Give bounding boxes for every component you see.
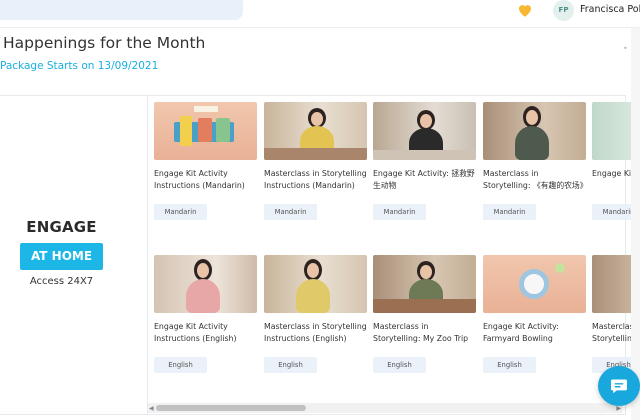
language-tag: Mandarin bbox=[373, 204, 426, 220]
video-thumbnail[interactable] bbox=[483, 255, 586, 313]
package-start-date: Package Starts on 13/09/2021 bbox=[0, 60, 159, 72]
page-root: { "header": { "user_initials": "FP", "us… bbox=[0, 0, 640, 420]
avatar[interactable]: FP bbox=[553, 0, 574, 21]
video-title: Engage Kit Activity: 拯救野生动物 bbox=[373, 169, 475, 190]
search-input[interactable] bbox=[0, 0, 243, 20]
access-text: Access 24X7 bbox=[29, 276, 94, 287]
engage-heading: ENGAGE bbox=[26, 218, 97, 236]
page-title: Happenings for the Month bbox=[3, 34, 206, 52]
chat-button[interactable] bbox=[598, 366, 640, 406]
language-tag: Mandarin bbox=[264, 204, 317, 220]
video-card[interactable]: Masterclass in Storytelling Instructions… bbox=[264, 255, 368, 373]
scroll-left-icon[interactable]: ◀ bbox=[149, 405, 154, 412]
video-card[interactable]: Engage Kit Activity Instructions (Mandar… bbox=[154, 102, 258, 220]
language-tag: English bbox=[373, 357, 426, 373]
scroll-right-icon[interactable]: ▶ bbox=[616, 405, 621, 412]
video-thumbnail[interactable] bbox=[264, 255, 367, 313]
top-bar: FP Francisca Poh bbox=[0, 0, 640, 26]
heart-icon[interactable] bbox=[516, 1, 534, 19]
video-thumbnail[interactable] bbox=[154, 102, 257, 160]
language-tag: English bbox=[154, 357, 207, 373]
at-home-badge: AT HOME bbox=[20, 243, 103, 270]
vertical-scrollbar[interactable] bbox=[631, 28, 640, 420]
video-card[interactable]: Engage Kit Activity Instructions (Englis… bbox=[154, 255, 258, 373]
video-thumbnail[interactable] bbox=[373, 255, 476, 313]
video-title: Masterclass in Storytelling: My Zoo Trip bbox=[373, 322, 469, 343]
video-title: Masterclass in Storytelling: 《有趣的农场》 bbox=[483, 169, 587, 190]
language-tag: English bbox=[483, 357, 536, 373]
video-card[interactable]: Engage Kit Activity: 拯救野生动物 Mandarin bbox=[373, 102, 477, 220]
video-thumbnail[interactable] bbox=[483, 102, 586, 160]
scrollbar-thumb[interactable] bbox=[156, 405, 306, 411]
video-thumbnail[interactable] bbox=[373, 102, 476, 160]
dot-icon: • bbox=[623, 44, 628, 53]
header-divider bbox=[0, 27, 640, 28]
video-title: Engage Kit Activity Instructions (Mandar… bbox=[154, 169, 245, 190]
video-thumbnail[interactable] bbox=[264, 102, 367, 160]
video-card[interactable]: Masterclass in Storytelling: 《有趣的农场》 Man… bbox=[483, 102, 587, 220]
horizontal-scrollbar[interactable]: ◀ ▶ bbox=[148, 403, 622, 413]
chat-icon bbox=[611, 379, 627, 394]
video-title: Engage Kit Activity: Farmyard Bowling bbox=[483, 322, 559, 343]
video-title: Masterclass in Storytelling Instructions… bbox=[264, 169, 367, 190]
panel-divider bbox=[147, 95, 148, 415]
video-thumbnail[interactable] bbox=[154, 255, 257, 313]
video-title: Masterclass in Storytelling Instructions… bbox=[264, 322, 367, 343]
video-card[interactable]: Engage Kit Activity: Farmyard Bowling En… bbox=[483, 255, 587, 373]
user-name[interactable]: Francisca Poh bbox=[580, 4, 640, 15]
language-tag: English bbox=[264, 357, 317, 373]
language-tag: Mandarin bbox=[483, 204, 536, 220]
language-tag: Mandarin bbox=[154, 204, 207, 220]
video-title: Engage Kit Activity Instructions (Englis… bbox=[154, 322, 237, 343]
video-card[interactable]: Masterclass in Storytelling Instructions… bbox=[264, 102, 368, 220]
video-card[interactable]: Masterclass in Storytelling: My Zoo Trip… bbox=[373, 255, 477, 373]
